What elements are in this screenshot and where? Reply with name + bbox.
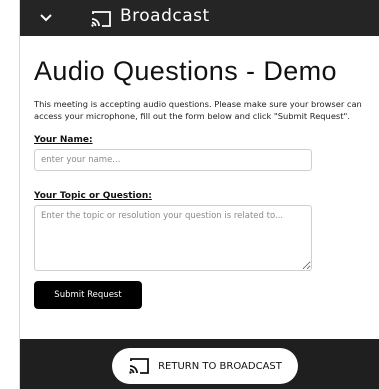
return-to-broadcast-button[interactable]: RETURN TO BROADCAST <box>112 348 298 384</box>
cast-icon <box>129 358 149 374</box>
name-input[interactable] <box>34 149 312 172</box>
page-description: This meeting is accepting audio question… <box>34 99 362 121</box>
page-title: Audio Questions - Demo <box>34 56 337 86</box>
broadcast-title: Broadcast <box>120 6 210 26</box>
name-label: Your Name: <box>34 135 93 146</box>
submit-request-button[interactable]: Submit Request <box>34 281 142 310</box>
return-label: RETURN TO BROADCAST <box>158 360 282 372</box>
top-bar: Broadcast <box>20 0 379 36</box>
chevron-down-icon[interactable] <box>35 7 57 29</box>
topic-label: Your Topic or Question: <box>34 191 152 202</box>
broadcast-panel: Broadcast Audio Questions - Demo This me… <box>19 0 379 389</box>
cast-icon <box>91 11 111 27</box>
footer-bar: RETURN TO BROADCAST <box>20 339 379 389</box>
question-form-area: Audio Questions - Demo This meeting is a… <box>34 56 368 310</box>
topic-input[interactable] <box>34 205 312 272</box>
